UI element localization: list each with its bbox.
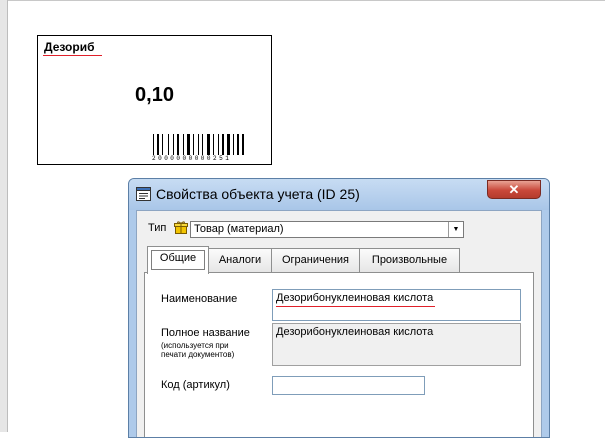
type-select[interactable]: Товар (материал) ▼ <box>190 221 464 238</box>
name-field-value: Дезорибонуклеиновая кислота <box>276 292 434 304</box>
name-label: Наименование <box>161 293 238 305</box>
tab-restrictions[interactable]: Ограничения <box>271 248 360 272</box>
dialog-titlebar[interactable]: Свойства объекта учета (ID 25) ✕ <box>129 179 549 210</box>
object-properties-dialog: Свойства объекта учета (ID 25) ✕ Тип Тов… <box>128 178 550 438</box>
tab-panel-general: Наименование Дезорибонуклеиновая кислота… <box>144 272 534 437</box>
close-button[interactable]: ✕ <box>487 180 541 199</box>
barcode-digits: 2000000000251 <box>152 155 232 162</box>
type-select-value: Товар (материал) <box>194 223 284 235</box>
full-name-field-value: Дезорибонуклеиновая кислота <box>276 326 434 338</box>
gift-box-icon <box>174 221 188 234</box>
canvas-top-border <box>0 0 605 1</box>
type-label: Тип <box>148 222 167 234</box>
tab-analogs[interactable]: Аналоги <box>208 248 272 272</box>
full-name-hint-line-2: печати документов) <box>161 350 235 359</box>
label-price: 0,10 <box>135 84 174 106</box>
code-field[interactable] <box>272 376 425 395</box>
full-name-label: Полное название <box>161 327 250 339</box>
dialog-client-area: Тип Товар (материал) ▼ Общие Аналоги Огр… <box>136 210 542 437</box>
name-field[interactable]: Дезорибонуклеиновая кислота <box>272 289 521 321</box>
code-label: Код (артикул) <box>161 379 230 391</box>
spellcheck-underline <box>276 306 435 307</box>
chevron-down-icon[interactable]: ▼ <box>448 222 463 237</box>
full-name-hint-line-1: (используется при <box>161 341 229 350</box>
label-product-name: Дезориб <box>44 40 95 54</box>
tab-custom[interactable]: Произвольные <box>359 248 460 272</box>
canvas-left-ruler <box>0 0 8 432</box>
spellcheck-underline <box>43 55 102 56</box>
barcode-image <box>153 134 244 155</box>
tab-custom-label: Произвольные <box>371 254 448 266</box>
tab-general[interactable]: Общие <box>147 246 209 274</box>
full-name-field[interactable]: Дезорибонуклеиновая кислота <box>272 323 521 366</box>
label-preview[interactable]: Дезориб 0,10 2000000000251 <box>37 35 272 165</box>
tab-restrictions-label: Ограничения <box>281 254 350 266</box>
properties-window-icon <box>136 187 151 201</box>
tab-analogs-label: Аналоги <box>218 254 262 266</box>
dialog-title: Свойства объекта учета (ID 25) <box>156 186 360 202</box>
tab-focus-rect <box>151 250 205 270</box>
